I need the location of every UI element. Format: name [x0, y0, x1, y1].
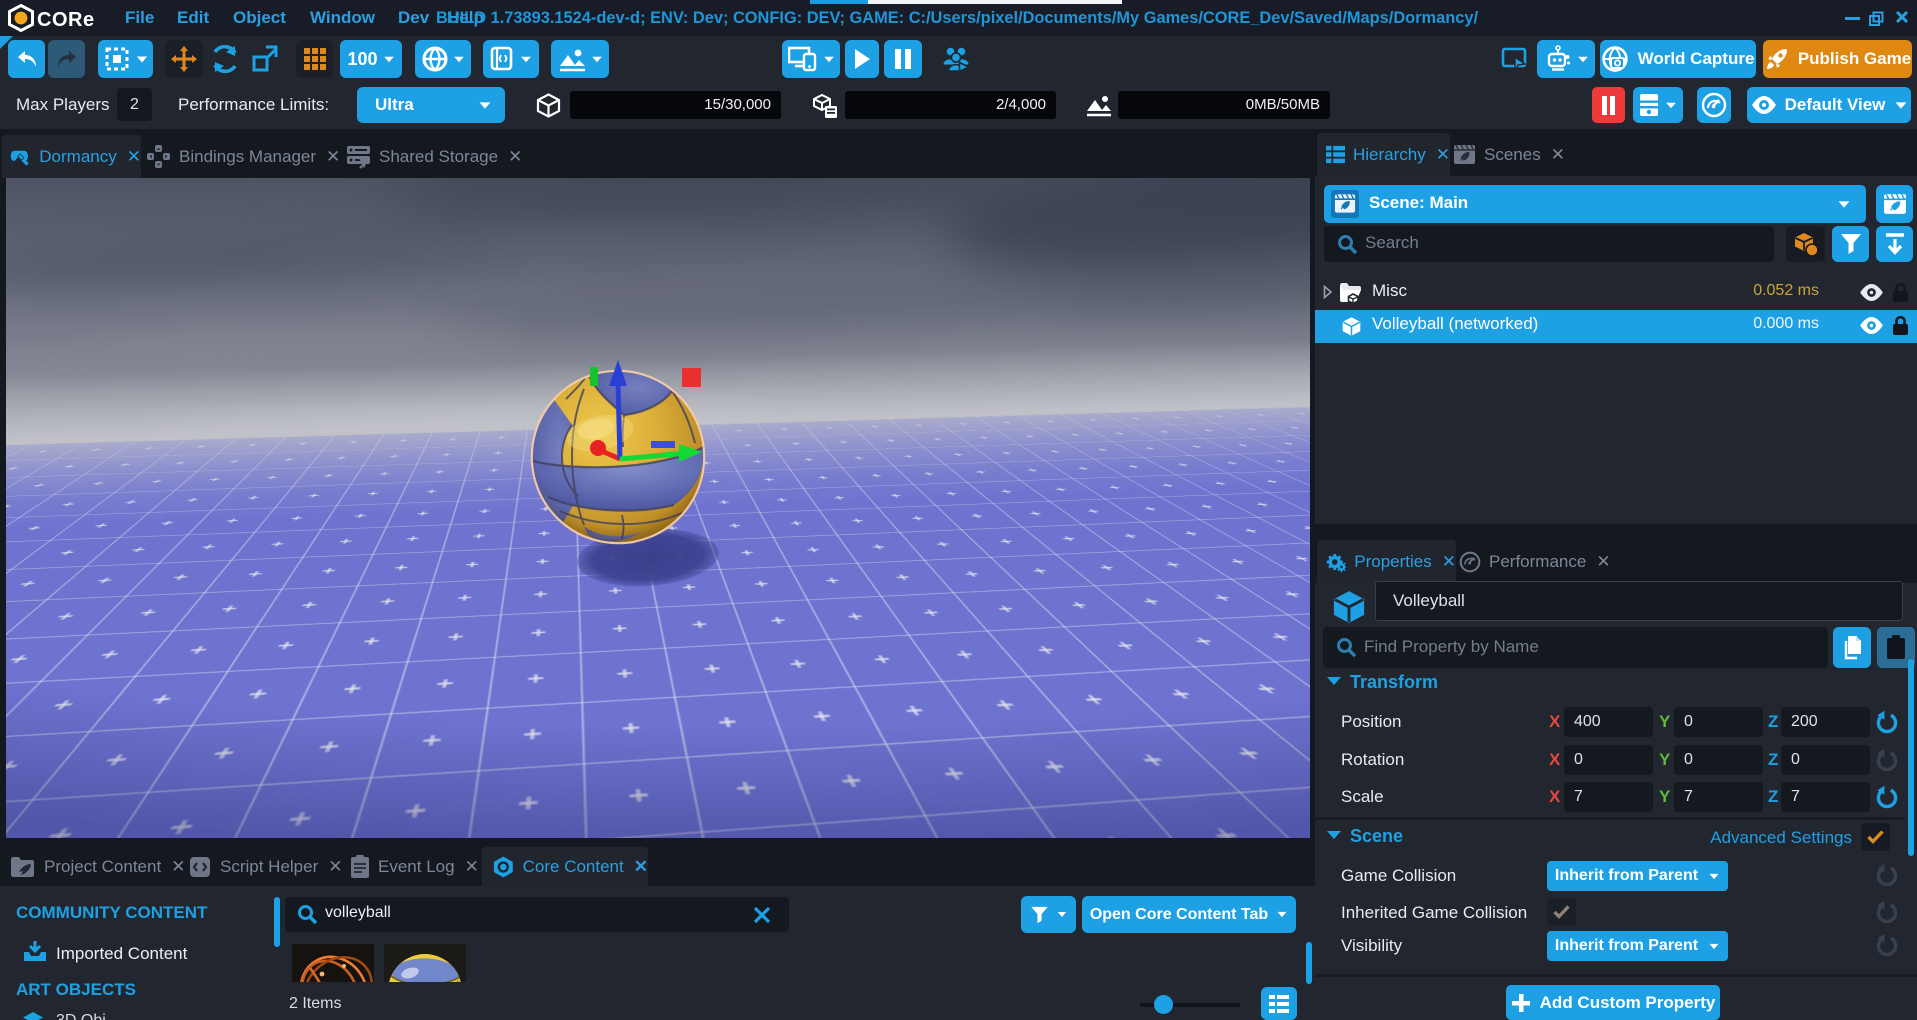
- svg-text:CORe: CORe: [37, 9, 95, 31]
